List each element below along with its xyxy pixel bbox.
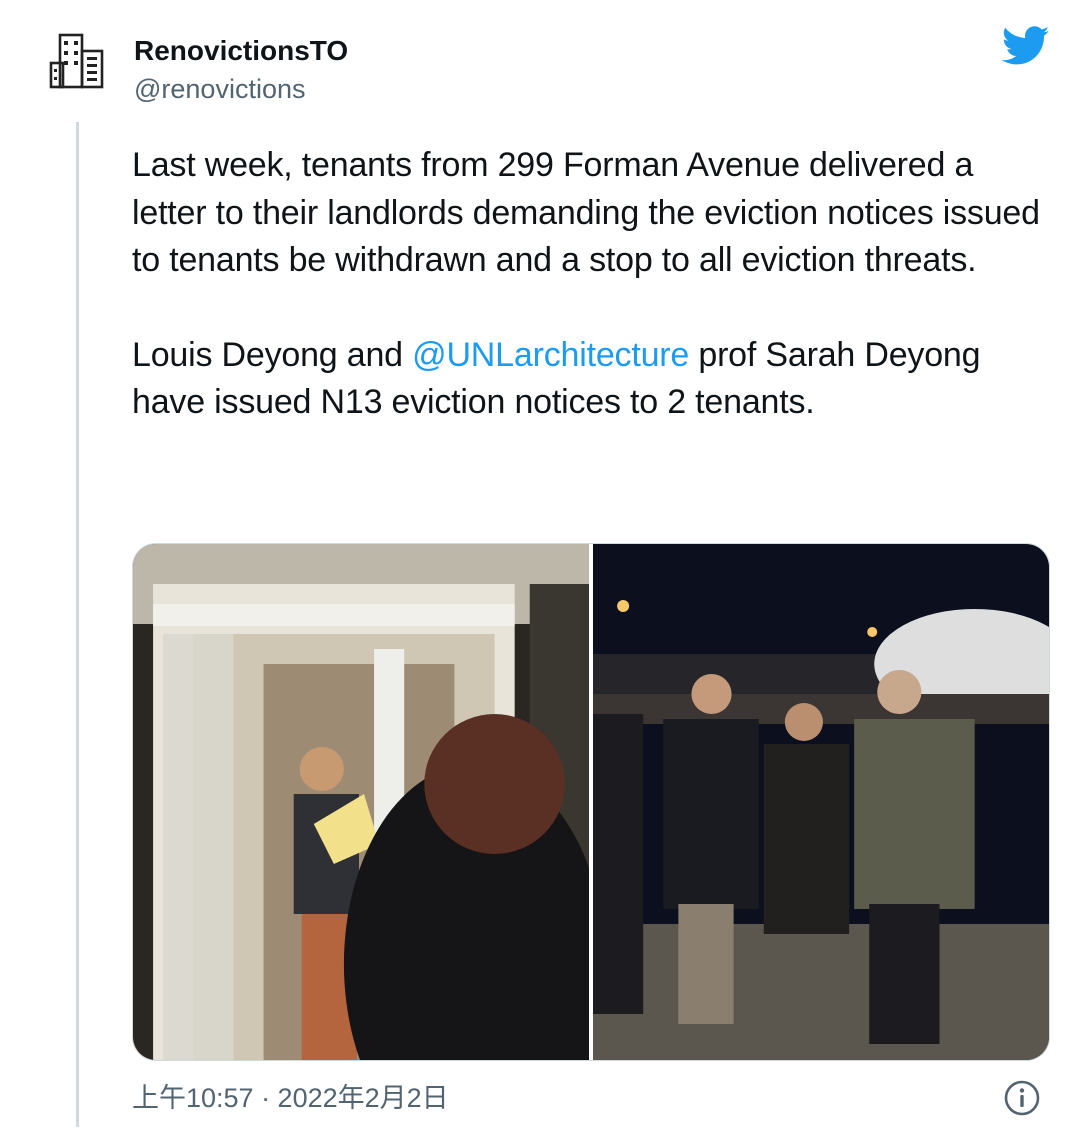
tweet-paragraph: Louis Deyong and @UNLarchitecture prof S… xyxy=(132,332,1052,427)
tweet-timestamp[interactable]: 上午10:57 · 2022年2月2日 xyxy=(132,1078,449,1118)
photo-doorway[interactable] xyxy=(133,544,606,1060)
mention-link[interactable]: @UNLarchitecture xyxy=(412,336,689,374)
author-names[interactable]: RenovictionsTO @renovictions xyxy=(134,34,348,108)
display-name[interactable]: RenovictionsTO xyxy=(134,34,348,68)
author-avatar[interactable] xyxy=(36,20,120,104)
tweet-text: Last week, tenants from 299 Forman Avenu… xyxy=(132,142,1052,427)
text-segment: Louis Deyong and xyxy=(132,335,413,374)
tweet-paragraph: Last week, tenants from 299 Forman Avenu… xyxy=(132,146,1040,279)
media-grid xyxy=(132,543,1050,1061)
building-icon xyxy=(49,33,104,89)
thread-line xyxy=(76,122,79,1127)
twitter-bird-icon[interactable] xyxy=(1002,26,1050,66)
info-icon[interactable] xyxy=(1002,1078,1042,1118)
handle[interactable]: @renovictions xyxy=(134,70,348,108)
photo-group[interactable] xyxy=(593,544,1049,1060)
